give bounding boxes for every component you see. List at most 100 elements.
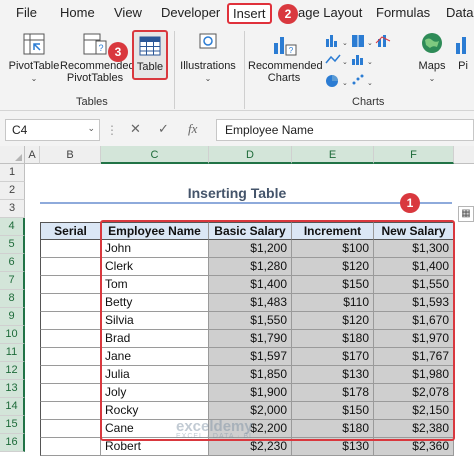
basic-salary-cell[interactable]: $1,483 bbox=[209, 294, 292, 312]
column-header-g[interactable] bbox=[454, 146, 474, 164]
combo-chart-icon[interactable] bbox=[375, 35, 391, 47]
new-salary-cell[interactable]: $2,150 bbox=[374, 402, 454, 420]
increment-cell[interactable]: $130 bbox=[292, 366, 374, 384]
new-salary-cell[interactable]: $1,300 bbox=[374, 240, 454, 258]
increment-cell[interactable]: $120 bbox=[292, 312, 374, 330]
basic-salary-cell[interactable]: $1,900 bbox=[209, 384, 292, 402]
serial-cell[interactable] bbox=[40, 276, 101, 294]
increment-cell[interactable]: $120 bbox=[292, 258, 374, 276]
serial-cell[interactable] bbox=[40, 402, 101, 420]
new-salary-cell[interactable]: $1,767 bbox=[374, 348, 454, 366]
pivottable-button[interactable]: PivotTable ⌄ bbox=[8, 31, 60, 85]
employee-name-cell[interactable]: Clerk bbox=[101, 258, 209, 276]
serial-cell[interactable] bbox=[40, 312, 101, 330]
basic-salary-cell[interactable]: $1,400 bbox=[209, 276, 292, 294]
increment-cell[interactable]: $178 bbox=[292, 384, 374, 402]
table-button[interactable]: Table bbox=[132, 30, 168, 80]
insert-function-icon[interactable]: fx bbox=[188, 121, 197, 137]
row-header-1[interactable]: 1 bbox=[0, 164, 25, 182]
column-header-d[interactable]: D bbox=[209, 146, 292, 164]
row-header-5[interactable]: 5 bbox=[0, 236, 25, 254]
recommended-charts-button[interactable]: ? Recommended Charts bbox=[248, 31, 323, 84]
tab-formulas[interactable]: Formulas bbox=[376, 5, 430, 20]
row-header-16[interactable]: 16 bbox=[0, 434, 25, 452]
column-header-f[interactable]: F bbox=[374, 146, 454, 164]
tab-insert[interactable]: Insert bbox=[227, 3, 272, 24]
employee-name-cell[interactable]: Julia bbox=[101, 366, 209, 384]
new-salary-cell[interactable]: $1,970 bbox=[374, 330, 454, 348]
row-header-8[interactable]: 8 bbox=[0, 290, 25, 308]
serial-cell[interactable] bbox=[40, 348, 101, 366]
new-salary-cell[interactable]: $1,980 bbox=[374, 366, 454, 384]
increment-cell[interactable]: $130 bbox=[292, 438, 374, 456]
line-chart-icon[interactable]: ⌄ bbox=[325, 54, 348, 66]
column-header-e[interactable]: E bbox=[292, 146, 374, 164]
header-basic-salary[interactable]: Basic Salary bbox=[209, 222, 292, 240]
basic-salary-cell[interactable]: $1,850 bbox=[209, 366, 292, 384]
dots-icon[interactable]: ⋮ bbox=[106, 123, 118, 137]
basic-salary-cell[interactable]: $1,790 bbox=[209, 330, 292, 348]
new-salary-cell[interactable]: $1,550 bbox=[374, 276, 454, 294]
pie-chart-icon[interactable]: ⌄ bbox=[326, 75, 348, 87]
employee-name-cell[interactable]: Robert bbox=[101, 438, 209, 456]
tab-developer[interactable]: Developer bbox=[161, 5, 220, 20]
new-salary-cell[interactable]: $1,670 bbox=[374, 312, 454, 330]
pivotchart-button[interactable]: Pi bbox=[452, 31, 474, 72]
row-header-12[interactable]: 12 bbox=[0, 362, 25, 380]
header-increment[interactable]: Increment bbox=[292, 222, 374, 240]
employee-name-cell[interactable]: Jane bbox=[101, 348, 209, 366]
increment-cell[interactable]: $170 bbox=[292, 348, 374, 366]
row-header-15[interactable]: 15 bbox=[0, 416, 25, 434]
scatter-chart-icon[interactable]: ⌄ bbox=[352, 74, 373, 88]
serial-cell[interactable] bbox=[40, 366, 101, 384]
employee-name-cell[interactable]: Joly bbox=[101, 384, 209, 402]
tab-home[interactable]: Home bbox=[60, 5, 95, 20]
statistic-chart-icon[interactable]: ⌄ bbox=[352, 55, 373, 66]
formula-input[interactable]: Employee Name bbox=[216, 119, 474, 141]
employee-name-cell[interactable]: John bbox=[101, 240, 209, 258]
hierarchy-chart-icon[interactable]: ⌄ bbox=[352, 35, 373, 47]
employee-name-cell[interactable]: Tom bbox=[101, 276, 209, 294]
cancel-icon[interactable]: ✕ bbox=[130, 121, 141, 137]
new-salary-cell[interactable]: $1,400 bbox=[374, 258, 454, 276]
row-header-2[interactable]: 2 bbox=[0, 182, 25, 200]
serial-cell[interactable] bbox=[40, 438, 101, 456]
chevron-down-icon[interactable]: ⌄ bbox=[87, 123, 95, 134]
header-serial[interactable]: Serial bbox=[40, 222, 101, 240]
basic-salary-cell[interactable]: $1,280 bbox=[209, 258, 292, 276]
row-header-14[interactable]: 14 bbox=[0, 398, 25, 416]
increment-cell[interactable]: $100 bbox=[292, 240, 374, 258]
row-header-7[interactable]: 7 bbox=[0, 272, 25, 290]
employee-name-cell[interactable]: Betty bbox=[101, 294, 209, 312]
new-salary-cell[interactable]: $1,593 bbox=[374, 294, 454, 312]
increment-cell[interactable]: $180 bbox=[292, 420, 374, 438]
row-header-13[interactable]: 13 bbox=[0, 380, 25, 398]
serial-cell[interactable] bbox=[40, 258, 101, 276]
quick-analysis-icon[interactable]: ▦ bbox=[458, 206, 474, 222]
tab-page-layout[interactable]: age Layout bbox=[298, 5, 362, 20]
header-new-salary[interactable]: New Salary bbox=[374, 222, 454, 240]
serial-cell[interactable] bbox=[40, 330, 101, 348]
new-salary-cell[interactable]: $2,360 bbox=[374, 438, 454, 456]
row-header-4[interactable]: 4 bbox=[0, 218, 25, 236]
select-all-corner[interactable] bbox=[0, 146, 25, 164]
employee-name-cell[interactable]: Silvia bbox=[101, 312, 209, 330]
serial-cell[interactable] bbox=[40, 420, 101, 438]
basic-salary-cell[interactable]: $1,550 bbox=[209, 312, 292, 330]
tab-file[interactable]: File bbox=[16, 5, 37, 20]
basic-salary-cell[interactable]: $1,597 bbox=[209, 348, 292, 366]
new-salary-cell[interactable]: $2,380 bbox=[374, 420, 454, 438]
column-header-c[interactable]: C bbox=[101, 146, 209, 164]
column-header-a[interactable]: A bbox=[25, 146, 40, 164]
increment-cell[interactable]: $110 bbox=[292, 294, 374, 312]
row-header-10[interactable]: 10 bbox=[0, 326, 25, 344]
new-salary-cell[interactable]: $2,078 bbox=[374, 384, 454, 402]
increment-cell[interactable]: $150 bbox=[292, 276, 374, 294]
illustrations-button[interactable]: Illustrations ⌄ bbox=[178, 31, 238, 85]
name-box[interactable]: C4 ⌄ bbox=[5, 119, 100, 141]
increment-cell[interactable]: $180 bbox=[292, 330, 374, 348]
row-header-6[interactable]: 6 bbox=[0, 254, 25, 272]
column-header-b[interactable]: B bbox=[40, 146, 101, 164]
row-header-9[interactable]: 9 bbox=[0, 308, 25, 326]
enter-icon[interactable]: ✓ bbox=[158, 121, 169, 137]
